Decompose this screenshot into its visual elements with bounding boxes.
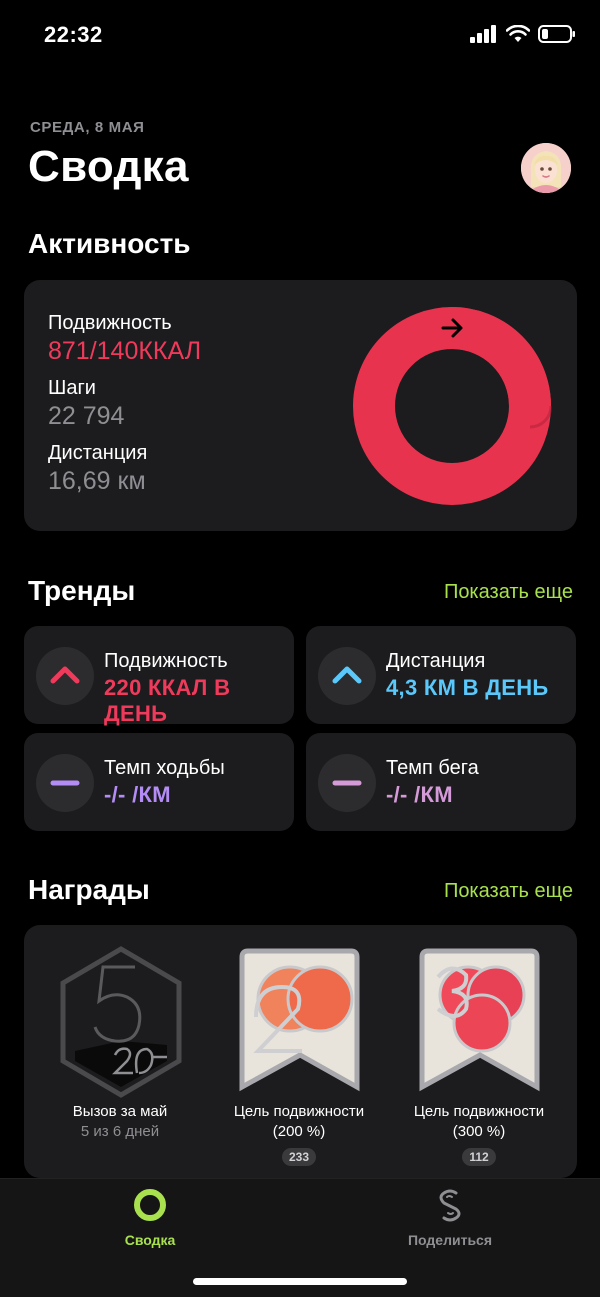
dash-icon <box>332 780 362 786</box>
trend-title: Темп ходьбы <box>104 757 225 779</box>
tab-label: Сводка <box>124 1232 176 1248</box>
tab-summary[interactable]: Сводка <box>80 1187 220 1248</box>
date-label: СРЕДА, 8 МАЯ <box>30 119 145 136</box>
battery-icon <box>538 25 575 43</box>
wifi-icon <box>506 25 530 42</box>
award-sub: (300 %) <box>452 1123 506 1140</box>
trend-icon-bg <box>318 647 376 705</box>
activity-ring-icon <box>134 1189 166 1221</box>
award-name: Цель подвижности <box>413 1103 545 1120</box>
dash-icon <box>50 780 80 786</box>
tab-label: Поделиться <box>407 1232 493 1248</box>
award-sub: 5 из 6 дней <box>80 1123 160 1140</box>
trend-icon-bg <box>318 754 376 812</box>
trends-show-more-link[interactable]: Показать еще <box>444 581 573 604</box>
avatar[interactable] <box>521 143 571 193</box>
status-icons <box>470 24 576 44</box>
page-title: Сводка <box>28 142 189 191</box>
distance-value: 16,69 км <box>48 467 146 495</box>
move-ring <box>353 307 552 505</box>
trend-icon-bg <box>36 647 94 705</box>
trend-value: 4,3 КМ В ДЕНЬ <box>386 675 549 700</box>
trend-value: 220 ККАЛ В ДЕНЬ <box>104 675 231 726</box>
distance-label: Дистанция <box>48 442 148 464</box>
trend-title: Подвижность <box>104 650 228 672</box>
trend-value: -/- /КМ <box>386 782 453 807</box>
trend-card-walk-pace[interactable]: Темп ходьбы -/- /КМ <box>24 733 294 831</box>
sharing-icon <box>439 1189 461 1222</box>
trend-icon-bg <box>36 754 94 812</box>
chevron-up-icon <box>332 666 362 684</box>
trend-value: -/- /КМ <box>104 782 171 807</box>
award-count-badge: 233 <box>281 1148 317 1166</box>
trend-title: Темп бега <box>386 757 479 779</box>
activity-card[interactable]: Подвижность 871/140ККАЛ Шаги 22 794 Дист… <box>24 280 577 531</box>
move-value: 871/140ККАЛ <box>48 337 202 365</box>
awards-show-more-link[interactable]: Показать еще <box>444 880 573 903</box>
award-name: Цель подвижности <box>233 1103 365 1120</box>
chevron-up-icon <box>50 666 80 684</box>
cellular-signal-icon <box>470 25 496 43</box>
awards-section-title: Награды <box>28 874 150 905</box>
activity-section-title: Активность <box>28 228 191 259</box>
trends-section-title: Тренды <box>28 575 136 606</box>
steps-label: Шаги <box>48 377 96 399</box>
award-item: Цель подвижности (300 %) 112 <box>389 1102 569 1166</box>
steps-value: 22 794 <box>48 402 125 430</box>
status-time: 22:32 <box>44 22 103 47</box>
trend-card-move[interactable]: Подвижность 220 ККАЛ В ДЕНЬ <box>24 626 294 726</box>
trend-title: Дистанция <box>386 650 486 672</box>
memoji-avatar-icon <box>521 143 571 193</box>
tab-share[interactable]: Поделиться <box>380 1187 520 1248</box>
status-bar: 22:32 <box>0 0 600 70</box>
award-count-badge: 112 <box>462 1148 496 1166</box>
awards-card: Вызов за май 5 из 6 дней Цель подвижност… <box>24 925 577 1178</box>
award-sub: (200 %) <box>272 1123 326 1140</box>
move-goal-300-badge-icon[interactable] <box>412 947 547 1097</box>
home-indicator <box>193 1278 407 1285</box>
move-label: Подвижность <box>48 312 172 334</box>
award-item: Цель подвижности (200 %) 233 <box>209 1102 389 1166</box>
award-name: Вызов за май <box>72 1103 168 1120</box>
move-goal-200-badge-icon[interactable] <box>232 947 367 1097</box>
trend-card-distance[interactable]: Дистанция 4,3 КМ В ДЕНЬ <box>306 626 576 724</box>
may-challenge-badge-icon[interactable] <box>55 945 187 1099</box>
award-item: Вызов за май 5 из 6 дней <box>30 1102 210 1142</box>
trend-card-run-pace[interactable]: Темп бега -/- /КМ <box>306 733 576 831</box>
